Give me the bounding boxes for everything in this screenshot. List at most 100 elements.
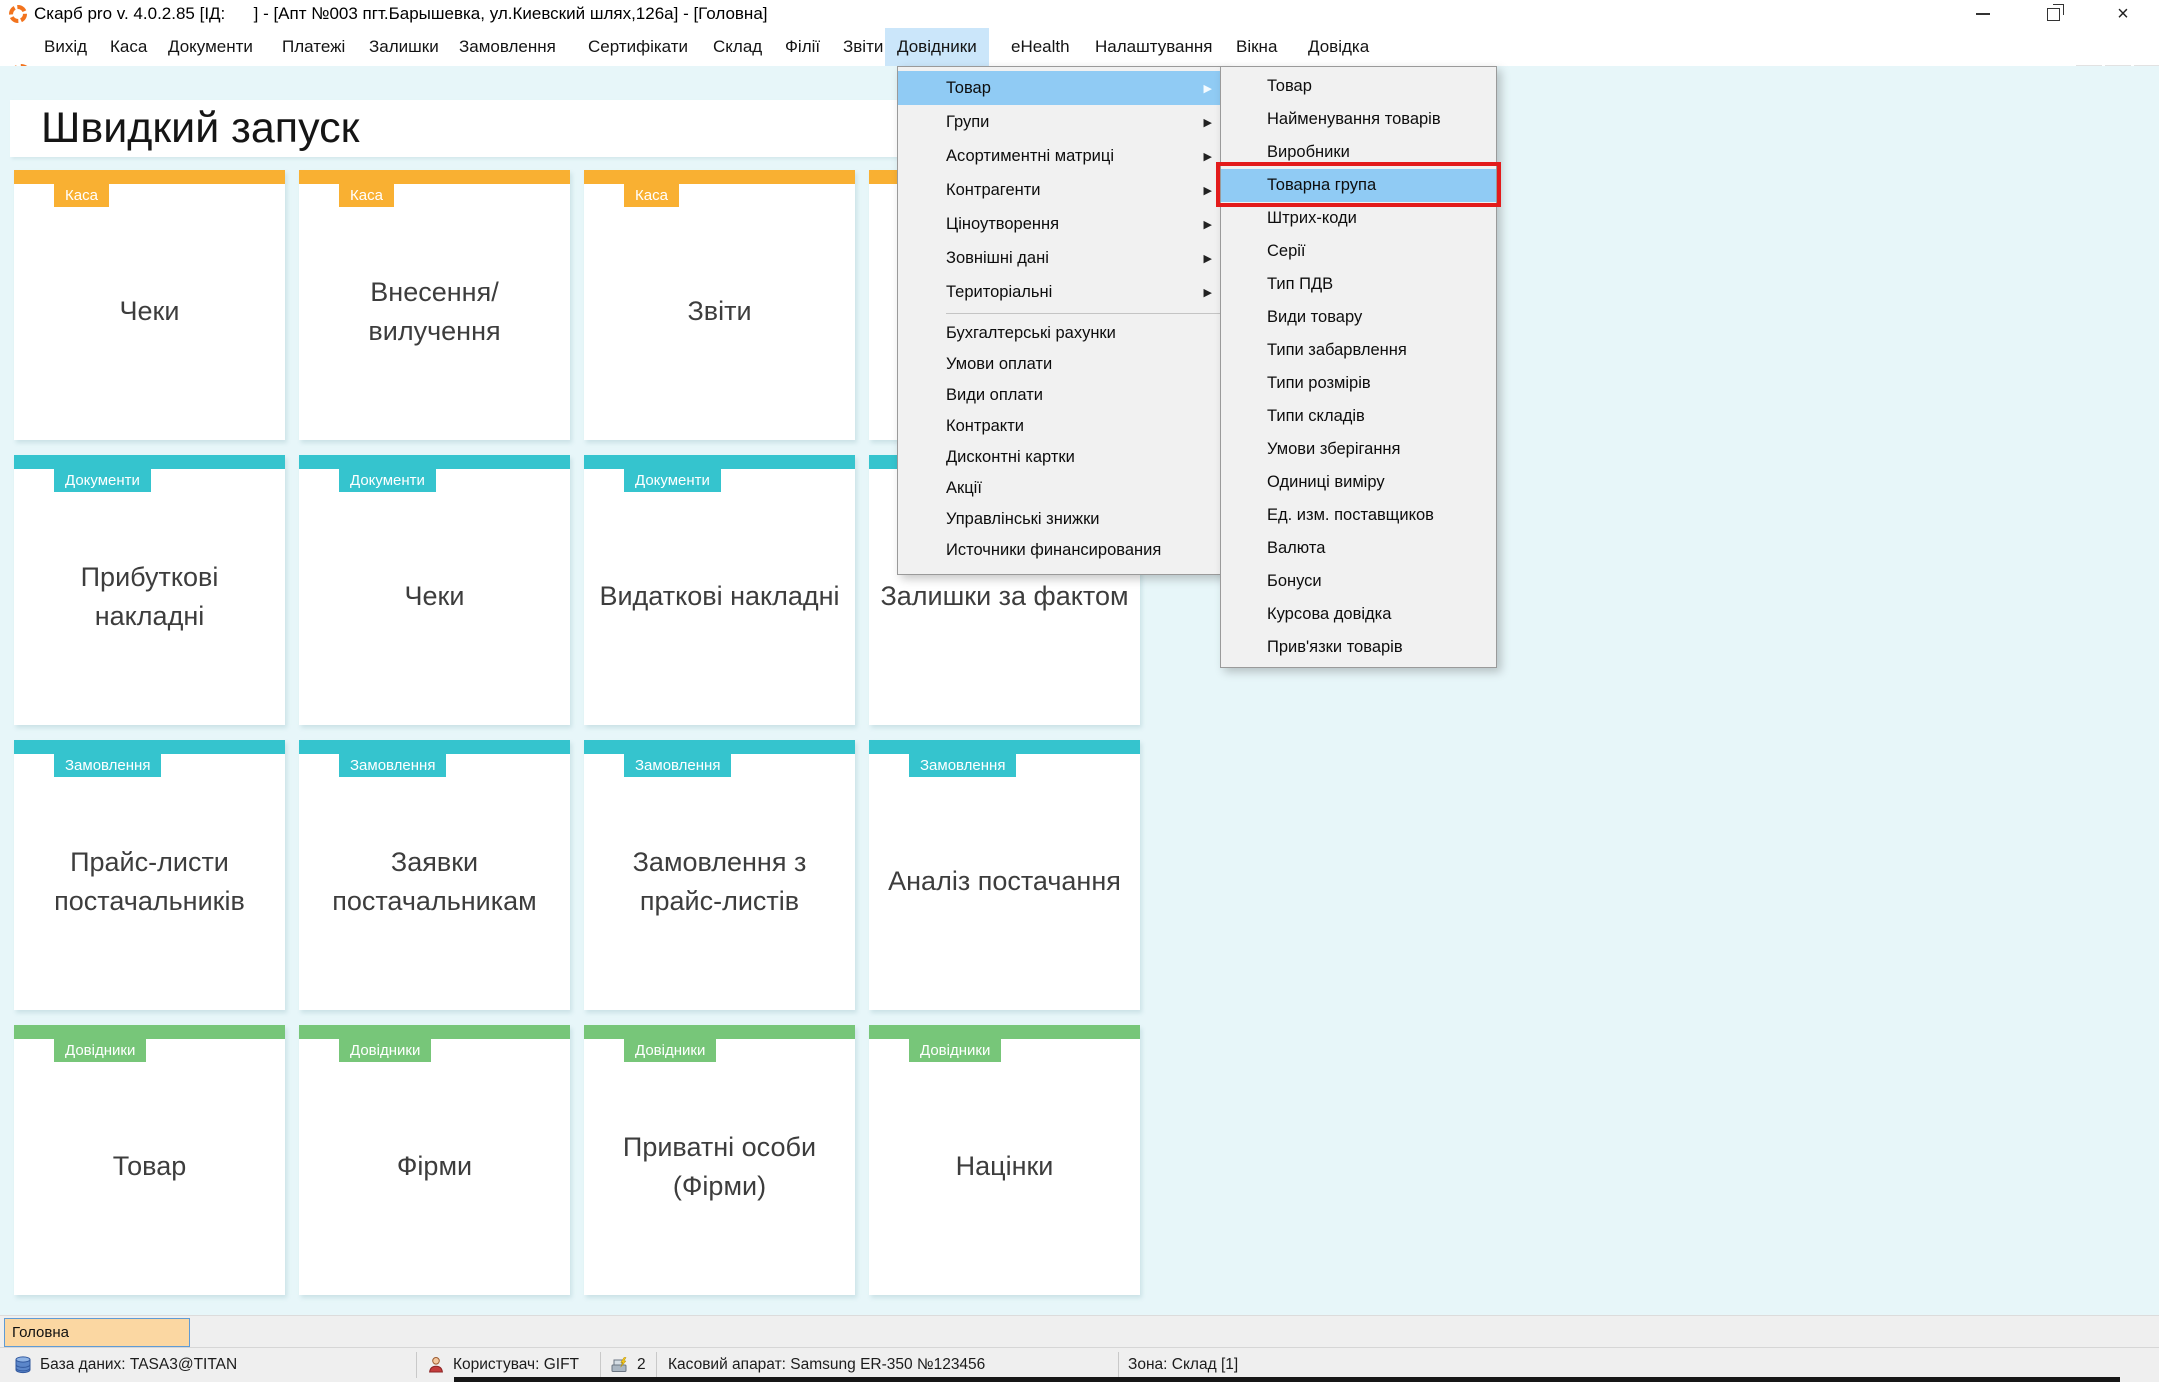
menubar-item-вихід[interactable]: Вихід bbox=[32, 28, 99, 66]
status-divider bbox=[1118, 1352, 1119, 1378]
menu-item-бухгалтерські-рахунки[interactable]: Бухгалтерські рахунки bbox=[898, 318, 1224, 349]
tile-чеки[interactable]: Документи Чеки bbox=[299, 455, 570, 725]
tile-label: Націнки bbox=[955, 1151, 1054, 1182]
submenu-item-одиниці-виміру[interactable]: Одиниці виміру bbox=[1221, 466, 1496, 499]
menu-item-управлінські-знижки[interactable]: Управлінські знижки bbox=[898, 504, 1224, 535]
menubar-item-залишки[interactable]: Залишки bbox=[357, 28, 451, 66]
tile-label: Внесення/вилучення bbox=[368, 276, 501, 346]
tile-внесення/вилучення[interactable]: Каса Внесення/вилучення bbox=[299, 170, 570, 440]
tile-category-band bbox=[299, 455, 570, 469]
submenu-item-прив'язки-товарів[interactable]: Прив'язки товарів bbox=[1221, 631, 1496, 664]
menubar-item-замовлення[interactable]: Замовлення bbox=[447, 28, 568, 66]
menubar-item-довідники[interactable]: Довідники bbox=[885, 28, 989, 66]
tile-category-band bbox=[299, 1025, 570, 1039]
tile-label: Замовлення з прайс-листів bbox=[632, 846, 807, 916]
menubar-item-налаштування[interactable]: Налаштування bbox=[1083, 28, 1225, 66]
menu-item-зовнішні-дані[interactable]: Зовнішні дані ▶ bbox=[898, 241, 1224, 275]
tile-category-band bbox=[14, 455, 285, 469]
menu-item-умови-оплати[interactable]: Умови оплати bbox=[898, 349, 1224, 380]
page-title: Швидкий запуск bbox=[41, 104, 360, 152]
menu-item-контракти[interactable]: Контракти bbox=[898, 411, 1224, 442]
menu-item-акції[interactable]: Акції bbox=[898, 473, 1224, 504]
menubar-item-вікна[interactable]: Вікна bbox=[1224, 28, 1289, 66]
menu-separator bbox=[946, 313, 1220, 314]
app-window: Скарб pro v. 4.0.2.85 [ІД: ] - [Апт №003… bbox=[0, 0, 2159, 1382]
tile-category-band bbox=[14, 740, 285, 754]
menubar-item-філії[interactable]: Філії bbox=[773, 28, 832, 66]
tab-strip: Головна bbox=[0, 1315, 2159, 1347]
tile-звіти[interactable]: Каса Звіти bbox=[584, 170, 855, 440]
submenu-item-умови-зберігання[interactable]: Умови зберігання bbox=[1221, 433, 1496, 466]
tile-label: Фірми bbox=[396, 1151, 473, 1182]
tile-замовлення-з-прайс-листів[interactable]: Замовлення Замовлення з прайс-листів bbox=[584, 740, 855, 1010]
submenu-item-види-товару[interactable]: Види товару bbox=[1221, 301, 1496, 334]
menu-item-асортиментні-матриці[interactable]: Асортиментні матриці ▶ bbox=[898, 139, 1224, 173]
submenu-item-бонуси[interactable]: Бонуси bbox=[1221, 565, 1496, 598]
submenu-item-типи-забарвлення[interactable]: Типи забарвлення bbox=[1221, 334, 1496, 367]
tile-націнки[interactable]: Довідники Націнки bbox=[869, 1025, 1140, 1295]
tile-category-band bbox=[584, 740, 855, 754]
menubar-item-каса[interactable]: Каса bbox=[98, 28, 159, 66]
tile-label: Приватні особи (Фірми) bbox=[622, 1131, 817, 1201]
menu-item-источники-финансирования[interactable]: Источники финансирования bbox=[898, 535, 1224, 566]
tile-category-band bbox=[869, 1025, 1140, 1039]
submenu-item-ед.-изм.-поставщиков[interactable]: Ед. изм. поставщиков bbox=[1221, 499, 1496, 532]
minimize-icon bbox=[1976, 13, 1990, 15]
menubar-item-платежі[interactable]: Платежі bbox=[270, 28, 357, 66]
tile-прибуткові-накладні[interactable]: Документи Прибуткові накладні bbox=[14, 455, 285, 725]
tile-label: Прибуткові накладні bbox=[80, 561, 219, 631]
tile-заявки-постачальникам[interactable]: Замовлення Заявки постачальникам bbox=[299, 740, 570, 1010]
tile-label: Заявки постачальникам bbox=[332, 846, 537, 916]
status-divider bbox=[600, 1352, 601, 1378]
tile-category-band bbox=[14, 170, 285, 184]
submenu-arrow-icon: ▶ bbox=[1203, 184, 1212, 197]
tile-приватні-особи-(фірми)[interactable]: Довідники Приватні особи (Фірми) bbox=[584, 1025, 855, 1295]
menu-item-товар[interactable]: Товар ▶ bbox=[898, 71, 1224, 105]
tab-golovna[interactable]: Головна bbox=[4, 1318, 190, 1347]
submenu-item-найменування-товарів[interactable]: Найменування товарів bbox=[1221, 103, 1496, 136]
submenu-item-типи-складів[interactable]: Типи складів bbox=[1221, 400, 1496, 433]
submenu-arrow-icon: ▶ bbox=[1203, 82, 1212, 95]
tile-прайс-листи-постачальників[interactable]: Замовлення Прайс-листи постачальників bbox=[14, 740, 285, 1010]
menu-item-ціноутворення[interactable]: Ціноутворення ▶ bbox=[898, 207, 1224, 241]
tile-label: Чеки bbox=[404, 581, 465, 612]
menu-item-види-оплати[interactable]: Види оплати bbox=[898, 380, 1224, 411]
quick-launch-header: Швидкий запуск bbox=[10, 100, 902, 157]
submenu-item-валюта[interactable]: Валюта bbox=[1221, 532, 1496, 565]
submenu-item-курсова-довідка[interactable]: Курсова довідка bbox=[1221, 598, 1496, 631]
submenu-item-тип-пдв[interactable]: Тип ПДВ bbox=[1221, 268, 1496, 301]
tile-category-band bbox=[299, 740, 570, 754]
submenu-arrow-icon: ▶ bbox=[1203, 252, 1212, 265]
tile-category-band bbox=[584, 1025, 855, 1039]
menubar-item-довідка[interactable]: Довідка bbox=[1296, 28, 1381, 66]
tile-фірми[interactable]: Довідники Фірми bbox=[299, 1025, 570, 1295]
menubar-item-склад[interactable]: Склад bbox=[701, 28, 774, 66]
menubar-item-ehealth[interactable]: eHealth bbox=[999, 28, 1082, 66]
menu-item-дисконтні-картки[interactable]: Дисконтні картки bbox=[898, 442, 1224, 473]
close-icon: × bbox=[2117, 3, 2129, 25]
menubar-item-сертифікати[interactable]: Сертифікати bbox=[576, 28, 700, 66]
tile-аналіз-постачання[interactable]: Замовлення Аналіз постачання bbox=[869, 740, 1140, 1010]
submenu-item-товар[interactable]: Товар bbox=[1221, 70, 1496, 103]
submenu-arrow-icon: ▶ bbox=[1203, 218, 1212, 231]
dropdown-menu-dovidnyky: Товар ▶ Групи ▶ Асортиментні матриці ▶ Контраг… bbox=[897, 66, 1225, 575]
cash-register-icon bbox=[611, 1357, 627, 1372]
tile-видаткові-накладні[interactable]: Документи Видаткові накладні bbox=[584, 455, 855, 725]
minimize-button[interactable] bbox=[1960, 0, 2006, 28]
submenu-item-серії[interactable]: Серії bbox=[1221, 235, 1496, 268]
restore-icon bbox=[2046, 3, 2064, 21]
menu-item-групи[interactable]: Групи ▶ bbox=[898, 105, 1224, 139]
menu-item-територіальні[interactable]: Територіальні ▶ bbox=[898, 275, 1224, 309]
menu-item-контрагенти[interactable]: Контрагенти ▶ bbox=[898, 173, 1224, 207]
tile-товар[interactable]: Довідники Товар bbox=[14, 1025, 285, 1295]
tile-чеки[interactable]: Каса Чеки bbox=[14, 170, 285, 440]
status-divider bbox=[416, 1352, 417, 1378]
close-button[interactable]: × bbox=[2100, 0, 2146, 28]
menubar-item-документи[interactable]: Документи bbox=[156, 28, 265, 66]
tab-label: Головна bbox=[12, 1324, 69, 1341]
restore-button[interactable] bbox=[2030, 0, 2076, 28]
submenu-item-типи-розмірів[interactable]: Типи розмірів bbox=[1221, 367, 1496, 400]
bottom-edge-bar bbox=[454, 1377, 2120, 1382]
status-divider bbox=[656, 1352, 657, 1378]
tile-category-band bbox=[584, 455, 855, 469]
